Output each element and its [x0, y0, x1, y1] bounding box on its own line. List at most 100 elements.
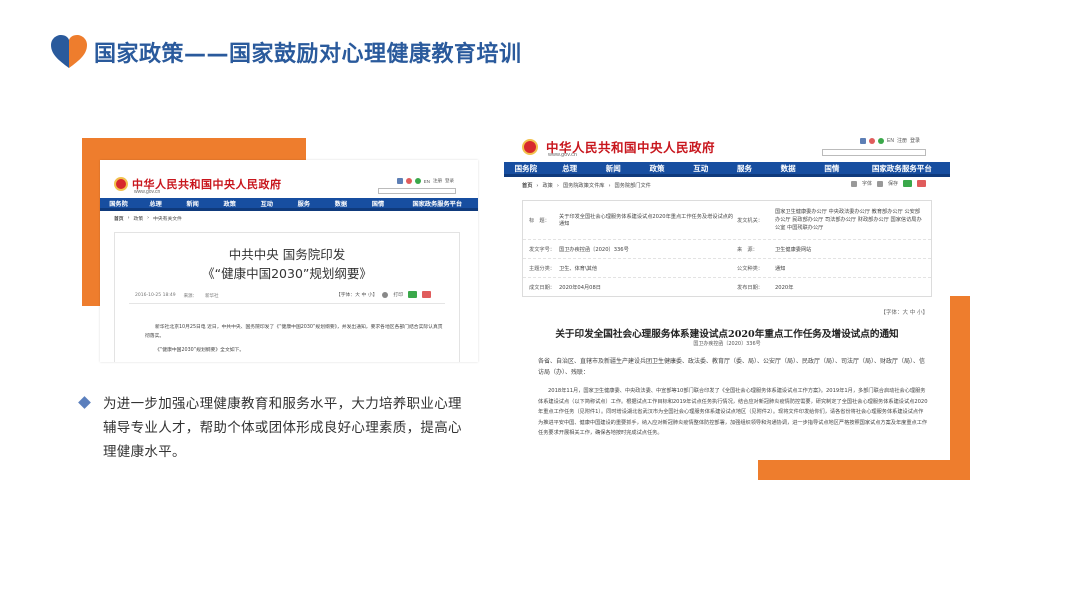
info-source-label: 来 源： — [737, 246, 758, 253]
nav-zhengce[interactable]: 政策 — [211, 199, 248, 208]
main-nav: 国务院 总理 新闻 政策 互动 服务 数据 国情 国家政务服务平台 — [504, 162, 950, 177]
bullet-point: 为进一步加强心理健康教育和服务水平，大力培养职业心理辅导专业人才，帮助个体或团体… — [78, 392, 470, 464]
diamond-bullet-icon — [78, 396, 91, 409]
font-size-tool[interactable]: 【字体：大 中 小】 — [336, 291, 377, 298]
weibo-share-icon[interactable] — [917, 180, 926, 187]
font-tool[interactable]: 字体 — [862, 180, 872, 187]
heart-icon — [51, 35, 87, 68]
info-row-dates: 成文日期： 2020年04月08日 发布日期： 2020年 — [523, 277, 931, 296]
doc-info-table: 标 题： 关于印发全国社会心理服务体系建设试点2020年重点工作任务及增设试点的… — [522, 200, 932, 297]
info-title-value: 关于印发全国社会心理服务体系建设试点2020年重点工作任务及增设试点的通知 — [559, 214, 734, 227]
nav-fuwu[interactable]: 服务 — [285, 199, 322, 208]
wechat-icon[interactable] — [414, 178, 421, 184]
search-input[interactable] — [822, 149, 926, 156]
gov-site-url: www.gov.cn — [134, 189, 161, 195]
main-nav: 国务院 总理 新闻 政策 互动 服务 数据 国情 国家政务服务平台 — [100, 198, 478, 211]
save-icon[interactable] — [876, 180, 883, 187]
breadcrumb-dept-docs[interactable]: 国务院部门文件 — [615, 182, 651, 189]
slide-header: 国家政策——国家鼓励对心理健康教育培训 — [50, 34, 522, 70]
font-icon[interactable] — [850, 180, 857, 187]
nav-guowuyuan[interactable]: 国务院 — [504, 163, 548, 174]
notice-title: 关于印发全国社会心理服务体系建设试点2020年重点工作任务及增设试点的通知 — [555, 329, 899, 340]
info-row-title: 标 题： 关于印发全国社会心理服务体系建设试点2020年重点工作任务及增设试点的… — [523, 201, 931, 239]
divider — [129, 303, 445, 304]
print-icon[interactable] — [382, 291, 389, 298]
top-links: EN 注册 登录 — [396, 178, 454, 184]
nav-hudong[interactable]: 互动 — [248, 199, 285, 208]
nav-service-platform[interactable]: 国家政务服务平台 — [854, 163, 950, 174]
nav-guowuyuan[interactable]: 国务院 — [100, 199, 137, 208]
breadcrumb-policy[interactable]: 政策 — [542, 182, 552, 189]
article-tools: 【字体：大 中 小】 打印 — [336, 291, 431, 298]
slide-title: 国家政策——国家鼓励对心理健康教育培训 — [94, 42, 522, 67]
article-source-label: 来源： — [183, 294, 198, 299]
info-pub-label: 发布日期： — [737, 284, 763, 291]
lang-link[interactable]: EN — [424, 179, 430, 184]
register-link[interactable]: 注册 — [897, 137, 907, 144]
info-genre-label: 公文种类： — [737, 265, 763, 272]
info-docno-value: 国卫办疾控函〔2020〕336号 — [559, 246, 629, 253]
save-tool[interactable]: 保存 — [888, 180, 898, 187]
crumb-tools: 字体 保存 — [850, 180, 926, 187]
screenshot-psych-service-notice: 中华人民共和国中央人民政府 www.gov.cn EN 注册 登录 国务院 总理… — [504, 130, 950, 460]
register-link[interactable]: 注册 — [433, 178, 442, 184]
breadcrumb-policy-library[interactable]: 国务院政策文件库 — [563, 182, 605, 189]
bullet-text: 为进一步加强心理健康教育和服务水平，大力培养职业心理辅导专业人才，帮助个体或团体… — [103, 396, 462, 460]
info-docno-label: 发文字号： — [529, 246, 555, 253]
article-title-line1: 中共中央 国务院印发 — [228, 247, 346, 262]
weibo-share-icon[interactable] — [422, 291, 431, 298]
nav-guoqing[interactable]: 国情 — [359, 199, 396, 208]
nav-shuju[interactable]: 数据 — [766, 163, 810, 174]
article-date: 2016-10-25 18:49 — [135, 293, 176, 298]
wechat-share-icon[interactable] — [903, 180, 912, 187]
mail-icon[interactable] — [396, 178, 403, 184]
gov-site-url: www.gov.cn — [548, 152, 577, 158]
nav-hudong[interactable]: 互动 — [679, 163, 723, 174]
weibo-icon[interactable] — [405, 178, 412, 184]
nav-service-platform[interactable]: 国家政务服务平台 — [397, 199, 479, 208]
wechat-share-icon[interactable] — [408, 291, 417, 298]
breadcrumb-central-docs[interactable]: 中央有关文件 — [153, 215, 182, 222]
gov-site-header: 中华人民共和国中央人民政府 www.gov.cn EN 注册 登录 — [100, 160, 478, 198]
article-para-2: 《“健康中国2030”规划纲要》全文如下。 — [155, 348, 245, 353]
national-emblem-icon — [114, 177, 128, 191]
font-size-tool[interactable]: 【字体：大 中 小】 — [881, 308, 929, 316]
nav-fuwu[interactable]: 服务 — [723, 163, 767, 174]
gov-site-header: 中华人民共和国中央人民政府 www.gov.cn EN 注册 登录 — [504, 130, 950, 162]
weibo-icon[interactable] — [869, 137, 876, 144]
article-meta: 2016-10-25 18:49 来源： 新华社 — [135, 293, 219, 299]
nav-xinwen[interactable]: 新闻 — [174, 199, 211, 208]
mail-icon[interactable] — [860, 137, 867, 144]
login-link[interactable]: 登录 — [445, 178, 454, 184]
nav-zongli[interactable]: 总理 — [548, 163, 592, 174]
nav-zhengce[interactable]: 政策 — [635, 163, 679, 174]
article-body: 新华社北京10月25日电 近日，中共中央、国务院印发了《“健康中国2030”规划… — [145, 323, 445, 355]
wechat-icon[interactable] — [878, 137, 885, 144]
top-links: EN 注册 登录 — [860, 137, 920, 144]
info-source-value: 卫生健康委网站 — [775, 246, 812, 253]
breadcrumb-home[interactable]: 首页 — [522, 182, 532, 189]
info-row-docno: 发文字号： 国卫办疾控函〔2020〕336号 来 源： 卫生健康委网站 — [523, 239, 931, 258]
nav-guoqing[interactable]: 国情 — [810, 163, 854, 174]
lang-link[interactable]: EN — [887, 138, 894, 144]
screenshot-health-china-2030: 中华人民共和国中央人民政府 www.gov.cn EN 注册 登录 国务院 总理… — [100, 160, 478, 362]
breadcrumb-home[interactable]: 首页 — [114, 215, 124, 222]
breadcrumb-policy[interactable]: 政策 — [134, 215, 144, 222]
nav-xinwen[interactable]: 新闻 — [591, 163, 635, 174]
nav-shuju[interactable]: 数据 — [322, 199, 359, 208]
article-publisher: 新华社 — [205, 294, 219, 299]
notice-doc-number: 国卫办疾控函〔2020〕336号 — [693, 341, 761, 347]
nav-zongli[interactable]: 总理 — [137, 199, 174, 208]
info-write-label: 成文日期： — [529, 284, 555, 291]
article-para-1: 新华社北京10月25日电 近日，中共中央、国务院印发了《“健康中国2030”规划… — [145, 325, 443, 339]
info-org-value: 国家卫生健康委办公厅 中央政法委办公厅 教育部办公厅 公安部办公厅 民政部办公厅… — [775, 209, 922, 231]
login-link[interactable]: 登录 — [910, 137, 920, 144]
info-org-label: 发文机关： — [737, 217, 763, 224]
info-title-label: 标 题： — [529, 217, 550, 224]
article-card: 中共中央 国务院印发 《“健康中国2030”规划纲要》 2016-10-25 1… — [114, 232, 460, 362]
info-pub-value: 2020年 — [775, 284, 794, 291]
print-tool[interactable]: 打印 — [393, 291, 403, 298]
article-title-line2: 《“健康中国2030”规划纲要》 — [202, 266, 372, 281]
search-input[interactable] — [378, 188, 456, 194]
info-write-value: 2020年04月08日 — [559, 284, 601, 291]
